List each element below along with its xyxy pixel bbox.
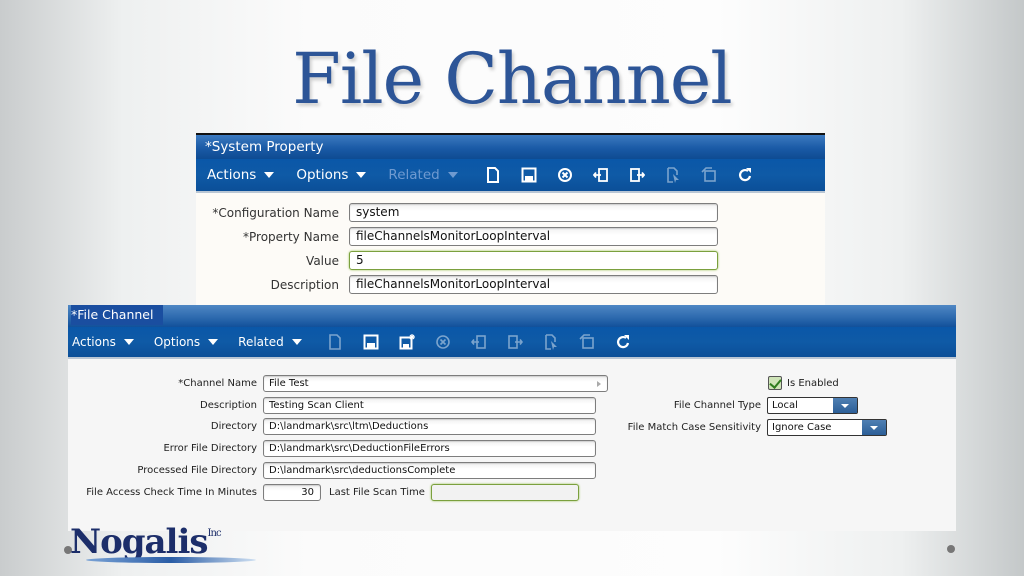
logo-name: Nogalis <box>70 522 209 562</box>
access-check-row: File Access Check Time In Minutes 30 Las… <box>68 484 579 501</box>
caret-down-icon <box>123 339 134 345</box>
processed-directory-row: Processed File Directory D:\landmark\src… <box>68 462 596 479</box>
select-icon[interactable] <box>664 166 682 184</box>
channel-name-input[interactable]: File Test <box>263 375 608 392</box>
access-check-label: File Access Check Time In Minutes <box>86 487 257 498</box>
import-icon[interactable] <box>470 333 488 351</box>
actions-menu-label: Actions <box>72 335 116 349</box>
channel-type-label: File Channel Type <box>673 400 761 411</box>
nogalis-logo: NogalisInc <box>70 522 222 562</box>
channel-type-row: File Channel Type Local <box>608 397 858 414</box>
new-document-icon[interactable] <box>326 333 344 351</box>
refresh-icon[interactable] <box>736 166 754 184</box>
configuration-name-row: *Configuration Name system <box>196 203 718 222</box>
case-sensitivity-row: File Match Case Sensitivity Ignore Case <box>608 419 887 436</box>
channel-name-label: *Channel Name <box>178 378 257 389</box>
file-channel-title: *File Channel <box>71 305 164 325</box>
logo-swoosh <box>86 557 256 563</box>
options-menu-label: Options <box>153 335 201 349</box>
directory-input[interactable]: D:\landmark\src\ltm\Deductions <box>263 418 596 435</box>
error-directory-row: Error File Directory D:\landmark\src\Ded… <box>68 440 596 457</box>
file-channel-toolbar: Actions Options Related <box>68 327 956 359</box>
error-directory-label: Error File Directory <box>163 443 257 454</box>
caret-down-icon <box>447 172 458 178</box>
description-row: Description fileChannelsMonitorLoopInter… <box>196 275 718 294</box>
refresh-icon[interactable] <box>614 333 632 351</box>
case-sensitivity-value: Ignore Case <box>772 422 832 433</box>
configuration-name-label: *Configuration Name <box>212 205 339 220</box>
description-input[interactable]: fileChannelsMonitorLoopInterval <box>349 275 718 294</box>
case-sensitivity-select[interactable]: Ignore Case <box>767 419 887 436</box>
chevron-down-icon <box>833 398 857 413</box>
processed-directory-label: Processed File Directory <box>137 465 257 476</box>
related-menu-label: Related <box>388 167 440 183</box>
select-icon[interactable] <box>542 333 560 351</box>
property-name-input[interactable]: fileChannelsMonitorLoopInterval <box>349 227 718 246</box>
copy-icon[interactable] <box>700 166 718 184</box>
arrow-right-icon <box>597 381 601 387</box>
logo-suffix: Inc <box>207 528 222 539</box>
new-document-icon[interactable] <box>484 166 502 184</box>
is-enabled-row: Is Enabled <box>768 376 839 390</box>
related-menu-label: Related <box>238 335 284 349</box>
system-property-toolbar: Actions Options Related <box>196 159 825 193</box>
directory-label: Directory <box>210 421 257 432</box>
channel-type-select[interactable]: Local <box>767 397 858 414</box>
is-enabled-label: Is Enabled <box>787 377 839 389</box>
last-scan-input[interactable] <box>430 484 579 501</box>
error-directory-input[interactable]: D:\landmark\src\DeductionFileErrors <box>263 440 596 457</box>
export-icon[interactable] <box>628 166 646 184</box>
delete-icon[interactable] <box>434 333 452 351</box>
description-row: Description Testing Scan Client <box>68 397 596 414</box>
actions-menu[interactable]: Actions <box>72 335 134 349</box>
options-menu-label: Options <box>296 167 349 183</box>
is-enabled-checkbox[interactable] <box>768 376 782 390</box>
processed-directory-input[interactable]: D:\landmark\src\deductionsComplete <box>263 462 596 479</box>
value-label: Value <box>306 253 339 268</box>
caret-down-icon <box>356 172 367 178</box>
save-new-icon[interactable] <box>398 333 416 351</box>
delete-icon[interactable] <box>556 166 574 184</box>
related-menu[interactable]: Related <box>238 335 302 349</box>
description-label: Description <box>200 400 257 411</box>
related-menu[interactable]: Related <box>388 167 458 183</box>
description-label: Description <box>270 277 339 292</box>
directory-row: Directory D:\landmark\src\ltm\Deductions <box>68 418 596 435</box>
property-name-label: *Property Name <box>243 229 339 244</box>
channel-type-value: Local <box>772 400 798 411</box>
access-check-input[interactable]: 30 <box>263 484 321 501</box>
case-sensitivity-label: File Match Case Sensitivity <box>627 422 761 433</box>
bullet-dot <box>947 545 955 553</box>
file-channel-title-bar: *File Channel <box>68 305 956 327</box>
value-input[interactable]: 5 <box>349 251 718 270</box>
save-icon[interactable] <box>362 333 380 351</box>
caret-down-icon <box>264 172 275 178</box>
save-icon[interactable] <box>520 166 538 184</box>
system-property-title: *System Property <box>196 135 825 159</box>
configuration-name-input[interactable]: system <box>349 203 718 222</box>
caret-down-icon <box>208 339 219 345</box>
value-row: Value 5 <box>196 251 718 270</box>
options-menu[interactable]: Options <box>153 335 219 349</box>
last-scan-label: Last File Scan Time <box>329 487 425 498</box>
property-name-row: *Property Name fileChannelsMonitorLoopIn… <box>196 227 718 246</box>
options-menu[interactable]: Options <box>296 167 367 183</box>
system-property-panel: *System Property Actions Options Related… <box>196 133 825 317</box>
description-input[interactable]: Testing Scan Client <box>263 397 596 414</box>
caret-down-icon <box>291 339 302 345</box>
import-icon[interactable] <box>592 166 610 184</box>
copy-icon[interactable] <box>578 333 596 351</box>
actions-menu-label: Actions <box>207 167 257 183</box>
export-icon[interactable] <box>506 333 524 351</box>
slide-title: File Channel <box>292 38 732 120</box>
channel-name-value: File Test <box>269 378 309 389</box>
chevron-down-icon <box>862 420 886 435</box>
file-channel-panel: *File Channel Actions Options Related *C… <box>68 305 956 531</box>
channel-name-row: *Channel Name File Test <box>68 375 608 392</box>
actions-menu[interactable]: Actions <box>207 167 275 183</box>
